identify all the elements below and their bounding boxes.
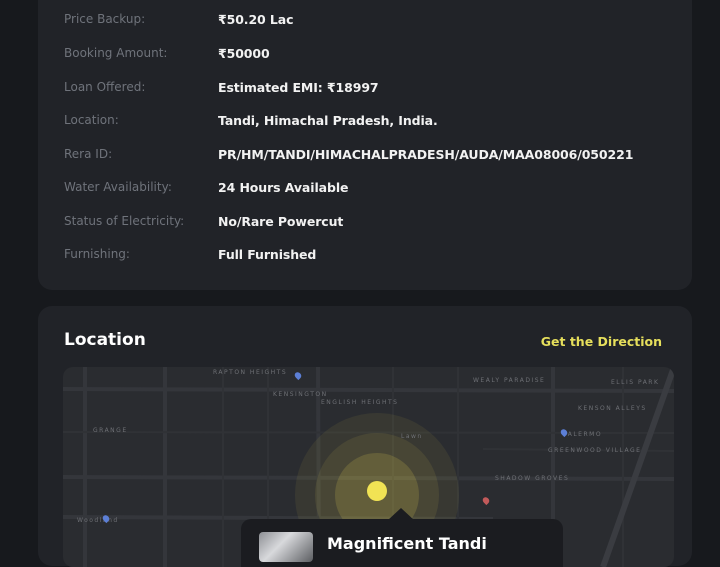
location-popup[interactable]: Magnificent Tandi [241,508,563,567]
detail-label: Booking Amount: [64,46,168,60]
popup-pointer [388,508,414,520]
map-area-label: WEALY PARADISE [473,377,546,384]
map-area-label: SHADOW GROVES [495,475,570,482]
detail-row-electricity: Status of Electricity: No/Rare Powercut [64,211,666,231]
detail-row-location: Location: Tandi, Himachal Pradesh, India… [64,110,666,130]
detail-row-price-backup: Price Backup: ₹50.20 Lac [64,9,666,29]
map-area-label: GREENWOOD VILLAGE [548,447,642,454]
detail-label: Rera ID: [64,147,113,161]
detail-row-furnishing: Furnishing: Full Furnished [64,244,666,264]
location-title: Location [64,330,146,350]
map-area-label: RAPTON HEIGHTS [213,369,288,376]
detail-row-water-availability: Water Availability: 24 Hours Available [64,177,666,197]
detail-label: Furnishing: [64,247,130,261]
detail-value: ₹50000 [218,45,270,61]
detail-label: Loan Offered: [64,80,146,94]
detail-row-rera-id: Rera ID: PR/HM/TANDI/HIMACHALPRADESH/AUD… [64,144,666,164]
property-details-card: Price Backup: ₹50.20 Lac Booking Amount:… [38,0,692,290]
location-map[interactable]: KENSINGTON ENGLISH HEIGHTS RAPTON HEIGHT… [63,367,674,567]
detail-value: Full Furnished [218,246,317,262]
detail-value: No/Rare Powercut [218,213,344,229]
detail-label: Water Availability: [64,180,172,194]
map-area-label: GRANGE [93,427,128,434]
map-area-label: ELLIS PARK [611,379,660,386]
map-area-label: PALERMO [563,431,603,438]
location-card: Location Get the Direction KENSINGTON EN… [38,306,692,567]
detail-label: Location: [64,113,119,127]
property-thumbnail [259,532,313,562]
popup-title: Magnificent Tandi [327,534,487,553]
map-area-label: KENSINGTON [273,391,328,398]
detail-label: Price Backup: [64,12,146,26]
map-area-label: KENSON ALLEYS [578,405,647,412]
map-area-label: Woodland [77,517,119,524]
detail-row-booking-amount: Booking Amount: ₹50000 [64,43,666,63]
get-direction-link[interactable]: Get the Direction [541,334,662,349]
detail-value: Tandi, Himachal Pradesh, India. [218,112,438,128]
detail-value: ₹50.20 Lac [218,11,294,27]
map-area-label: Lawn [401,433,423,440]
detail-row-loan-offered: Loan Offered: Estimated EMI: ₹18997 [64,77,666,97]
detail-label: Status of Electricity: [64,214,185,228]
detail-value: Estimated EMI: ₹18997 [218,79,379,95]
detail-value: 24 Hours Available [218,179,349,195]
detail-value: PR/HM/TANDI/HIMACHALPRADESH/AUDA/MAA0800… [218,146,634,162]
map-area-label: ENGLISH HEIGHTS [321,399,399,406]
